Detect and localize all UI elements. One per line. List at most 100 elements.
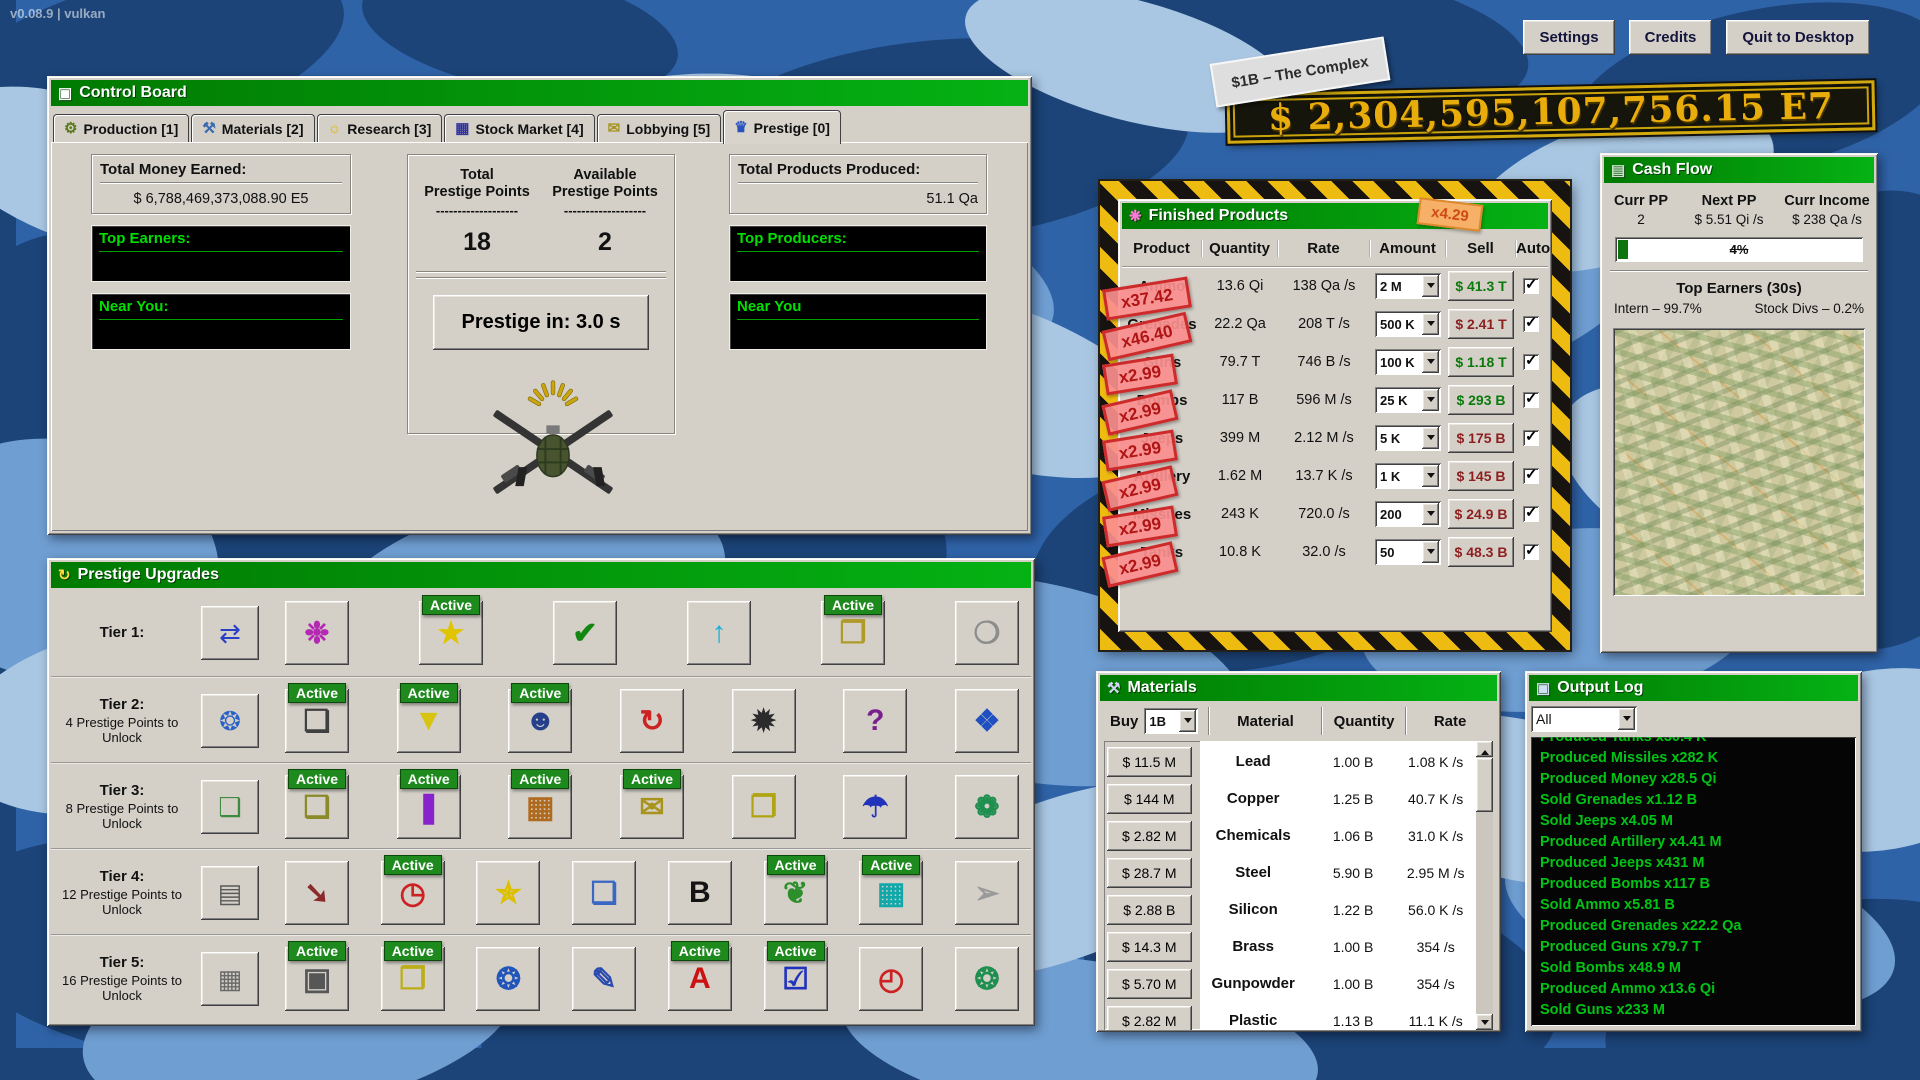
dashed-divider: -------------------	[544, 203, 666, 218]
sell-button[interactable]: $ 2.41 T	[1448, 309, 1514, 339]
amount-dropdown[interactable]: 25 K	[1375, 387, 1441, 413]
bold-letter-icon[interactable]: B	[668, 861, 732, 925]
auto-sell-checkbox[interactable]	[1523, 354, 1539, 370]
question-book-icon[interactable]: ?	[843, 689, 907, 753]
tab[interactable]: ♛ Prestige [0]	[723, 110, 841, 144]
globe-stand-icon[interactable]: ❂	[201, 694, 259, 748]
dropdown-arrow-icon[interactable]	[1422, 389, 1439, 411]
printer-icon[interactable]: ▤	[201, 866, 259, 920]
chip-icon[interactable]: ▦	[201, 952, 259, 1006]
person-arrow-icon[interactable]: ➘	[285, 861, 349, 925]
sell-button[interactable]: $ 24.9 B	[1448, 499, 1514, 529]
sell-button[interactable]: $ 1.18 T	[1448, 347, 1514, 377]
up-arrow-icon[interactable]: ↑	[687, 601, 751, 665]
wall-clock-icon[interactable]: ◴	[859, 947, 923, 1011]
tab[interactable]: ▦ Stock Market [4]	[444, 114, 594, 142]
system-button[interactable]: Settings	[1523, 20, 1614, 55]
auto-sell-checkbox[interactable]	[1523, 392, 1539, 408]
scroll-down-icon[interactable]	[1476, 1014, 1493, 1030]
sell-button[interactable]: $ 145 B	[1448, 461, 1514, 491]
auto-sell-checkbox[interactable]	[1523, 316, 1539, 332]
buy-button[interactable]: $ 144 M	[1107, 784, 1192, 814]
product-row: Tanks 10.8 K 32.0 /s 50 $ 48.3 B	[1122, 533, 1548, 571]
globe-person-icon[interactable]: ❂	[476, 947, 540, 1011]
juggling-hand-icon[interactable]: ❉	[285, 601, 349, 665]
system-button[interactable]: Credits	[1629, 20, 1713, 55]
log-line: Produced Grenades x22.2 Qa	[1540, 916, 1847, 937]
report-pages-icon[interactable]: ❏	[572, 861, 636, 925]
dropdown-arrow-icon[interactable]	[1422, 351, 1439, 373]
buy-button[interactable]: $ 11.5 M	[1107, 747, 1192, 777]
mouse-icon[interactable]: ❍	[955, 601, 1019, 665]
auto-sell-checkbox[interactable]	[1523, 544, 1539, 560]
output-log-titlebar[interactable]: ▣ Output Log	[1529, 675, 1858, 701]
buy-button[interactable]: $ 14.3 M	[1107, 932, 1192, 962]
prestige-button[interactable]: Prestige in: 3.0 s	[433, 295, 649, 350]
dropdown-arrow-icon[interactable]	[1422, 541, 1439, 563]
buy-button[interactable]: $ 2.88 B	[1107, 895, 1192, 925]
paint-bucket-icon[interactable]: ❖	[955, 689, 1019, 753]
buy-amount-dropdown[interactable]: 1B	[1144, 708, 1198, 734]
world-search-icon[interactable]: ❂	[955, 947, 1019, 1011]
amount-dropdown[interactable]: 5 K	[1375, 425, 1441, 451]
sell-button[interactable]: $ 293 B	[1448, 385, 1514, 415]
tab[interactable]: ✉ Lobbying [5]	[597, 114, 722, 142]
material-quantity: 1.25 B	[1311, 791, 1396, 807]
sell-button[interactable]: $ 48.3 B	[1448, 537, 1514, 567]
upgrade-slot: A Active	[668, 947, 732, 1011]
cursor-trail-icon[interactable]: ➢	[955, 861, 1019, 925]
auto-sell-checkbox[interactable]	[1523, 468, 1539, 484]
refresh-arrows-icon[interactable]: ↻	[620, 689, 684, 753]
auto-sell-checkbox[interactable]	[1523, 278, 1539, 294]
auto-sell-checkbox[interactable]	[1523, 430, 1539, 446]
amount-dropdown[interactable]: 100 K	[1375, 349, 1441, 375]
finished-products-titlebar[interactable]: ❋ Finished Products	[1122, 203, 1548, 229]
amount-dropdown[interactable]: 50	[1375, 539, 1441, 565]
sell-button[interactable]: $ 175 B	[1448, 423, 1514, 453]
amount-dropdown[interactable]: 1 K	[1375, 463, 1441, 489]
amount-dropdown[interactable]: 200	[1375, 501, 1441, 527]
compressor-icon[interactable]: ❐	[732, 775, 796, 839]
dropdown-arrow-icon[interactable]	[1422, 275, 1439, 297]
scrollbar[interactable]	[1476, 741, 1493, 1030]
dropdown-arrow-icon[interactable]	[1422, 427, 1439, 449]
globe-sync-icon[interactable]: ❁	[955, 775, 1019, 839]
spy-icon[interactable]: ☂	[843, 775, 907, 839]
upgrade-glyph: ✯	[496, 876, 521, 911]
buy-button[interactable]: $ 2.82 M	[1107, 821, 1192, 851]
diploma-icon[interactable]: ❑	[201, 780, 259, 834]
cash-flow-titlebar[interactable]: ▤ Cash Flow	[1604, 157, 1874, 183]
tier-leader-glyph: ▦	[218, 964, 243, 995]
prestige-upgrades-titlebar[interactable]: ↻ Prestige Upgrades	[51, 562, 1031, 588]
dropdown-arrow-icon[interactable]	[1422, 503, 1439, 525]
top-earners-title: Top Earners (30s)	[1606, 280, 1872, 297]
dropdown-arrow-icon[interactable]	[1422, 313, 1439, 335]
amount-dropdown[interactable]: 2 M	[1375, 273, 1441, 299]
control-board-titlebar[interactable]: ▣ Control Board	[51, 80, 1028, 106]
tab[interactable]: ⚙ Production [1]	[53, 114, 189, 142]
tier-row: Tier 3: 8 Prestige Points to Unlock ❑ ❑	[51, 762, 1031, 848]
log-filter-dropdown[interactable]: All	[1531, 706, 1637, 732]
naval-mine-icon[interactable]: ✹	[732, 689, 796, 753]
scroll-up-icon[interactable]	[1476, 741, 1493, 757]
tier-upgrades: ❑ Active ❚ Active	[285, 775, 1019, 841]
buy-button[interactable]: $ 2.82 M	[1107, 1006, 1192, 1031]
materials-titlebar[interactable]: ⚒ Materials	[1100, 675, 1497, 701]
system-button[interactable]: Quit to Desktop	[1726, 20, 1870, 55]
star-plus-icon[interactable]: ✯	[476, 861, 540, 925]
notepad-pen-icon[interactable]: ✎	[572, 947, 636, 1011]
dropdown-arrow-icon[interactable]	[1422, 465, 1439, 487]
dropdown-arrow-icon[interactable]	[1618, 708, 1635, 730]
check-circle-icon[interactable]: ✔	[553, 601, 617, 665]
folder-sync-icon[interactable]: ⇄	[201, 606, 259, 660]
auto-sell-checkbox[interactable]	[1523, 506, 1539, 522]
amount-dropdown[interactable]: 500 K	[1375, 311, 1441, 337]
earner-stock-divs: Stock Divs – 0.2%	[1754, 301, 1864, 316]
sell-button[interactable]: $ 41.3 T	[1448, 271, 1514, 301]
dropdown-arrow-icon[interactable]	[1179, 710, 1196, 732]
buy-button[interactable]: $ 28.7 M	[1107, 858, 1192, 888]
tab[interactable]: ☼ Research [3]	[317, 114, 443, 142]
buy-button[interactable]: $ 5.70 M	[1107, 969, 1192, 999]
scrollbar-thumb[interactable]	[1476, 758, 1493, 812]
tab[interactable]: ⚒ Materials [2]	[191, 114, 314, 142]
